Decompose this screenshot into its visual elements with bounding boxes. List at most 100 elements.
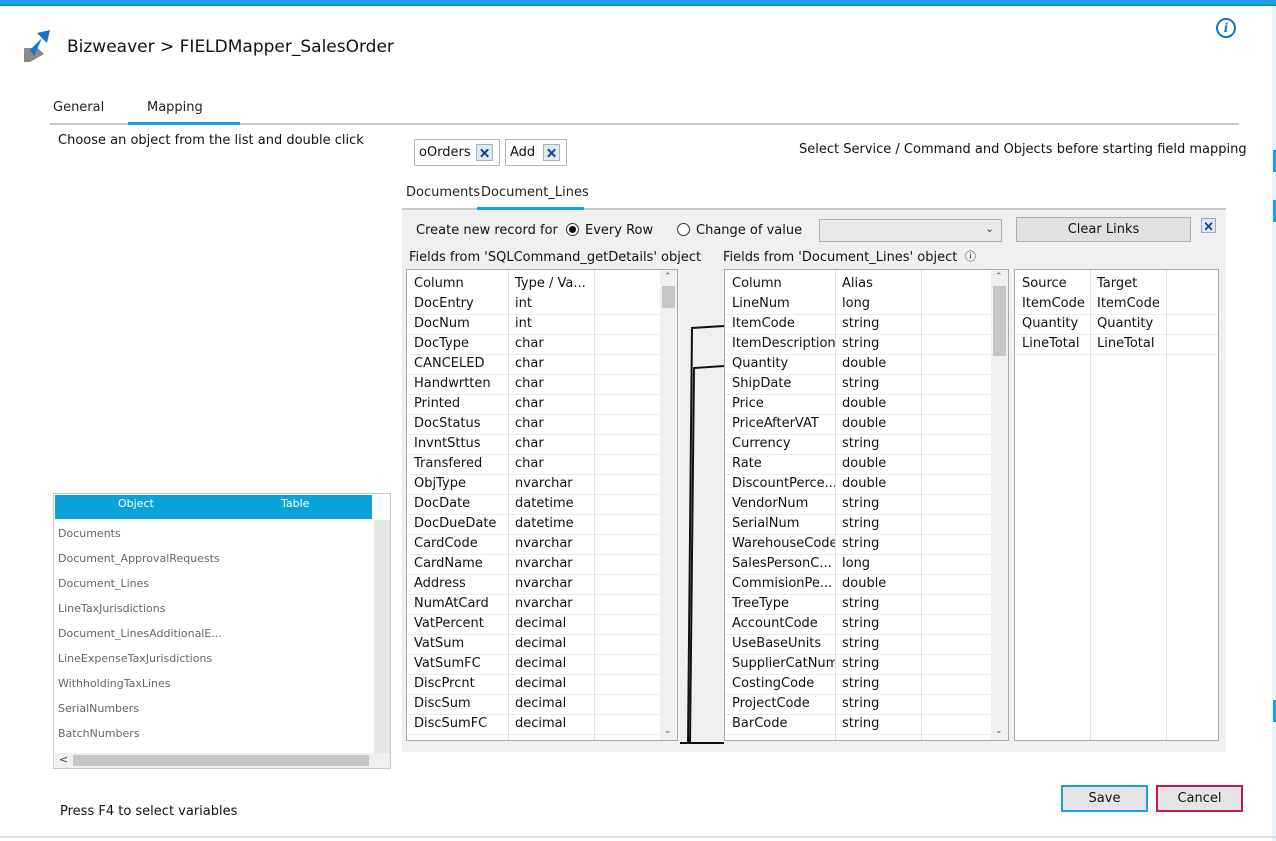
target-cell: long <box>842 556 871 571</box>
remove-service-icon[interactable]: 🗙 <box>476 144 493 161</box>
column-divider <box>594 270 595 740</box>
object-list-item[interactable]: Documents <box>58 527 121 540</box>
target-cell: CommisionPe... <box>732 576 833 591</box>
source-cell: datetime <box>515 516 574 531</box>
change-of-value-label[interactable]: Change of value <box>696 223 802 238</box>
object-list-item[interactable]: BatchNumbers <box>58 727 140 740</box>
chevron-down-icon[interactable]: ⌄ <box>985 222 994 235</box>
link-column-header[interactable]: Source <box>1015 274 1090 294</box>
source-cell: char <box>515 416 544 431</box>
source-cell: DiscSum <box>414 696 471 711</box>
scroll-up-icon[interactable]: ⌃ <box>664 272 672 282</box>
command-chip: Add 🗙 <box>505 139 567 166</box>
every-row-label[interactable]: Every Row <box>585 223 653 238</box>
column-divider <box>1166 270 1167 740</box>
target-column-header[interactable]: Alias <box>835 274 921 294</box>
source-column-header[interactable]: Type / Va... <box>508 274 594 294</box>
target-cell: string <box>842 336 880 351</box>
target-cell: DiscountPerce... <box>732 476 835 491</box>
object-list-item[interactable]: Document_LinesAdditionalE... <box>58 627 222 640</box>
scroll-left-icon[interactable]: < <box>59 753 68 766</box>
source-cell: char <box>515 376 544 391</box>
object-list-item[interactable]: WithholdingTaxLines <box>58 677 171 690</box>
target-cell: AccountCode <box>732 616 818 631</box>
source-cell: decimal <box>515 636 567 651</box>
source-cell: char <box>515 436 544 451</box>
row-divider <box>1015 354 1218 355</box>
info-icon[interactable]: i <box>1216 18 1236 38</box>
source-cell: CardCode <box>414 536 478 551</box>
target-info-icon[interactable]: ⓘ <box>965 248 976 264</box>
target-cell: SalesPersonC... <box>732 556 832 571</box>
target-cell: string <box>842 316 880 331</box>
table-column-header[interactable]: Table <box>281 497 309 510</box>
remove-command-icon[interactable]: 🗙 <box>543 144 560 161</box>
tab-general[interactable]: General <box>53 100 104 115</box>
source-column-header[interactable]: Column <box>407 274 508 294</box>
links-grid: Source Target ItemCode ItemCode Quantity Quan… <box>1014 269 1219 741</box>
subtab-document-lines[interactable]: Document_Lines <box>481 185 589 200</box>
close-icon[interactable]: 🗙 <box>1201 218 1216 233</box>
target-column-header[interactable]: Column <box>725 274 835 294</box>
object-column-header[interactable]: Object <box>118 497 154 510</box>
target-cell: string <box>842 536 880 551</box>
service-chip: oOrders 🗙 <box>414 139 500 166</box>
link-column-header[interactable]: Target <box>1090 274 1166 294</box>
target-cell: double <box>842 476 887 491</box>
clear-links-button[interactable]: Clear Links <box>1016 217 1191 242</box>
f4-hint: Press F4 to select variables <box>60 804 238 819</box>
source-cell: decimal <box>515 656 567 671</box>
row-divider <box>407 734 677 735</box>
scroll-down-icon[interactable]: ⌄ <box>995 726 1003 736</box>
object-list-vertical-scrollbar[interactable] <box>374 520 390 753</box>
object-list-scroll-thumb[interactable] <box>73 755 369 766</box>
command-chip-label: Add <box>510 145 536 160</box>
source-cell: CANCELED <box>414 356 485 371</box>
source-cell: VatSumFC <box>414 656 481 671</box>
tab-mapping[interactable]: Mapping <box>147 100 203 115</box>
source-cell: Address <box>414 576 466 591</box>
target-cell: string <box>842 496 880 511</box>
source-cell: char <box>515 356 544 371</box>
target-scroll-thumb[interactable] <box>993 286 1006 356</box>
field-link-lines <box>680 325 724 744</box>
scroll-up-icon[interactable]: ⌃ <box>995 272 1003 282</box>
source-cell: nvarchar <box>515 576 573 591</box>
target-cell: SupplierCatNum <box>732 656 835 671</box>
object-list-item[interactable]: SerialNumbers <box>58 702 139 715</box>
every-row-radio[interactable] <box>566 223 579 236</box>
object-list-item[interactable]: LineTaxJurisdictions <box>58 602 166 615</box>
source-cell: int <box>515 296 532 311</box>
window-top-bar <box>0 0 1276 6</box>
link-line-itemcode <box>680 325 724 744</box>
source-cell: Handwrtten <box>414 376 491 391</box>
save-button[interactable]: Save <box>1061 785 1148 812</box>
tab-active-indicator <box>128 122 240 125</box>
target-cell: CostingCode <box>732 676 815 691</box>
subtab-documents[interactable]: Documents <box>406 185 480 200</box>
change-of-value-radio[interactable] <box>677 223 690 236</box>
cancel-button[interactable]: Cancel <box>1156 785 1243 812</box>
source-scroll-thumb[interactable] <box>662 286 675 308</box>
target-cell: string <box>842 516 880 531</box>
source-cell: ObjType <box>414 476 466 491</box>
change-field-dropdown[interactable] <box>819 219 1002 242</box>
source-cell: datetime <box>515 496 574 511</box>
mapping-hint: Select Service / Command and Objects bef… <box>799 142 1247 157</box>
target-cell: ProjectCode <box>732 696 810 711</box>
target-cell: double <box>842 416 887 431</box>
object-list-item[interactable]: Document_ApprovalRequests <box>58 552 220 565</box>
object-list-item[interactable]: Document_Lines <box>58 577 149 590</box>
bizweaver-logo-icon <box>20 28 52 64</box>
source-cell: DiscSumFC <box>414 716 488 731</box>
link-cell: LineTotal <box>1022 336 1080 351</box>
source-cell: Transfered <box>414 456 483 471</box>
object-list-item[interactable]: LineExpenseTaxJurisdictions <box>58 652 212 665</box>
source-vertical-scrollbar[interactable] <box>660 270 677 740</box>
scroll-down-icon[interactable]: ⌄ <box>664 726 672 736</box>
source-cell: char <box>515 456 544 471</box>
row-divider <box>725 734 1008 735</box>
source-cell: DocDueDate <box>414 516 497 531</box>
target-cell: string <box>842 376 880 391</box>
source-cell: DocNum <box>414 316 470 331</box>
